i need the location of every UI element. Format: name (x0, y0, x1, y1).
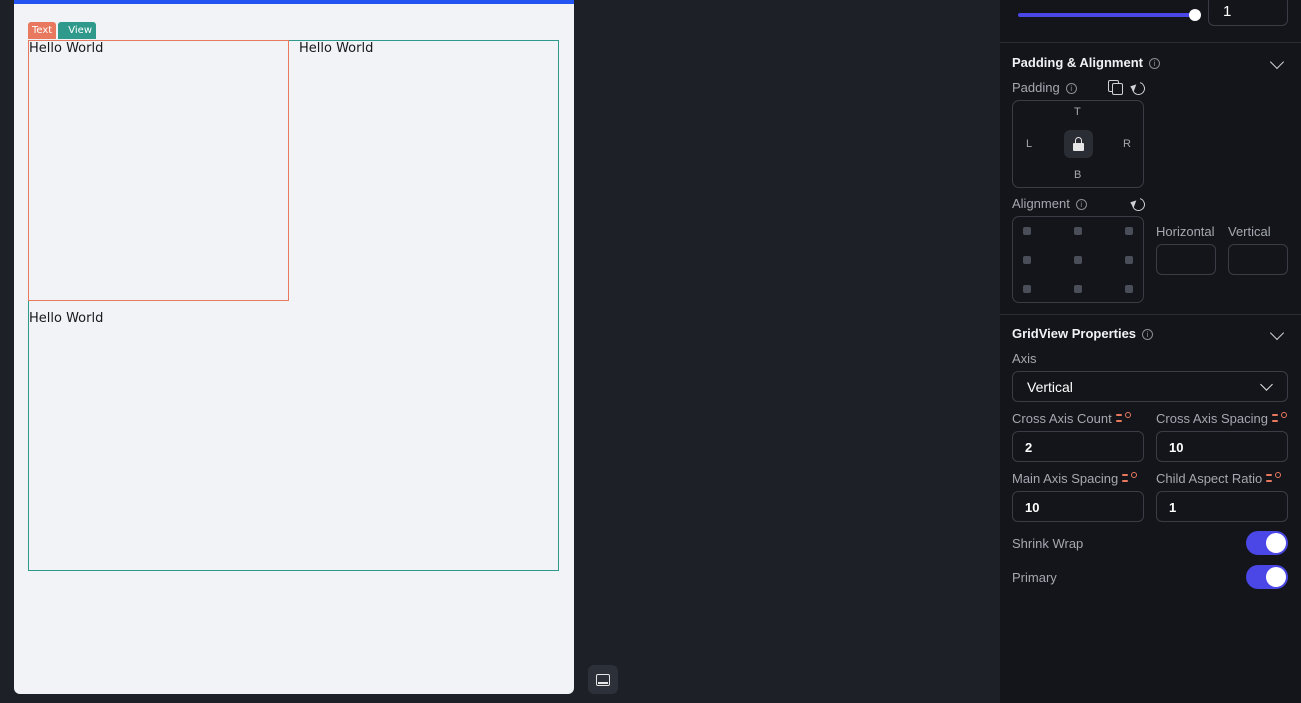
cross-axis-count-label: Cross Axis Count (1012, 411, 1131, 426)
shrink-wrap-toggle[interactable] (1246, 531, 1288, 555)
selected-text-widget[interactable] (28, 40, 289, 301)
align-bottom-center[interactable] (1074, 285, 1082, 293)
vertical-input[interactable] (1228, 244, 1288, 275)
child-aspect-ratio-input[interactable]: 1 (1156, 491, 1288, 522)
align-center[interactable] (1074, 256, 1082, 264)
main-axis-spacing-label: Main Axis Spacing (1012, 471, 1138, 486)
vertical-label: Vertical (1228, 224, 1271, 239)
cross-axis-spacing-label: Cross Axis Spacing (1156, 411, 1287, 426)
slider-row: 1 (1000, 0, 1301, 43)
reset-icon[interactable] (1129, 79, 1148, 98)
info-icon[interactable]: i (1142, 329, 1154, 340)
copy-icon[interactable] (1108, 80, 1123, 95)
panel-toggle-button[interactable] (588, 665, 618, 694)
primary-toggle[interactable] (1246, 565, 1288, 589)
slider-value-input[interactable]: 1 (1208, 0, 1288, 26)
align-center-left[interactable] (1023, 256, 1031, 264)
cross-axis-spacing-input[interactable]: 10 (1156, 431, 1288, 462)
gridview-properties-title-text: GridView Properties (1012, 326, 1137, 341)
alignment-grid (1012, 216, 1144, 303)
align-bottom-right[interactable] (1125, 285, 1133, 293)
info-icon[interactable]: i (1148, 58, 1160, 69)
axis-select[interactable]: Vertical (1012, 371, 1288, 402)
grid-cell-text-3[interactable]: Hello World (29, 311, 103, 326)
align-bottom-left[interactable] (1023, 285, 1031, 293)
slider-track[interactable] (1018, 13, 1195, 17)
align-top-right[interactable] (1125, 227, 1133, 235)
chevron-down-icon[interactable] (1269, 325, 1285, 341)
cross-axis-spacing-label-text: Cross Axis Spacing (1156, 411, 1268, 426)
padding-label: Padding i (1012, 80, 1077, 95)
axis-label: Axis (1012, 351, 1037, 366)
variable-icon[interactable] (1115, 412, 1131, 424)
text-tag[interactable]: Text (28, 22, 57, 39)
properties-panel: 1 Padding & Alignment i Padding i T L R B … (1000, 0, 1301, 703)
shrink-wrap-label: Shrink Wrap (1012, 536, 1084, 551)
padding-top-label[interactable]: T (1074, 106, 1081, 118)
cross-axis-count-label-text: Cross Axis Count (1012, 411, 1112, 426)
child-aspect-ratio-label: Child Aspect Ratio (1156, 471, 1282, 486)
grid-cell-text-1[interactable]: Hello World (29, 41, 103, 56)
info-icon[interactable]: i (1065, 83, 1077, 94)
horizontal-input[interactable] (1156, 244, 1216, 275)
padding-alignment-title[interactable]: Padding & Alignment i (1012, 55, 1160, 70)
primary-label: Primary (1012, 570, 1057, 585)
grid-cell-text-2[interactable]: Hello World (299, 41, 373, 56)
padding-bottom-label[interactable]: B (1074, 169, 1081, 181)
variable-icon[interactable] (1266, 472, 1282, 484)
padding-lock-button[interactable] (1064, 130, 1093, 158)
cross-axis-count-input[interactable]: 2 (1012, 431, 1144, 462)
variable-icon[interactable] (1122, 472, 1138, 484)
padding-editor: T L R B (1012, 100, 1144, 188)
slider-thumb[interactable] (1189, 9, 1201, 21)
align-center-right[interactable] (1125, 256, 1133, 264)
device-canvas[interactable]: View Text Hello World Hello World Hello … (14, 0, 574, 694)
padding-label-text: Padding (1012, 80, 1060, 95)
main-axis-spacing-label-text: Main Axis Spacing (1012, 471, 1119, 486)
align-top-left[interactable] (1023, 227, 1031, 235)
horizontal-label: Horizontal (1156, 224, 1215, 239)
padding-right-label[interactable]: R (1123, 138, 1131, 150)
toggle-knob (1266, 567, 1286, 587)
info-icon[interactable]: i (1075, 199, 1087, 210)
canvas-top-bar (14, 0, 574, 4)
panel-toggle-icon (596, 673, 610, 686)
lock-icon-body (1073, 143, 1084, 151)
child-aspect-ratio-label-text: Child Aspect Ratio (1156, 471, 1263, 486)
align-top-center[interactable] (1074, 227, 1082, 235)
section-divider (1000, 314, 1301, 315)
gridview-properties-title[interactable]: GridView Properties i (1012, 326, 1154, 341)
main-axis-spacing-input[interactable]: 10 (1012, 491, 1144, 522)
alignment-label: Alignment i (1012, 196, 1087, 211)
gridview-tag[interactable]: View (58, 22, 96, 39)
padding-left-label[interactable]: L (1026, 138, 1032, 150)
alignment-label-text: Alignment (1012, 196, 1070, 211)
chevron-down-icon[interactable] (1269, 54, 1285, 70)
padding-alignment-title-text: Padding & Alignment (1012, 55, 1143, 70)
reset-icon[interactable] (1129, 195, 1148, 214)
variable-icon[interactable] (1272, 412, 1287, 424)
toggle-knob (1266, 533, 1286, 553)
